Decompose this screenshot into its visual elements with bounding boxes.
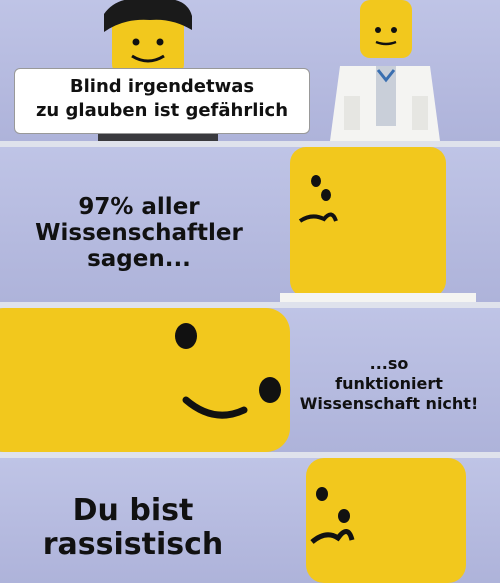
panel-4: Du bist rassistisch <box>0 458 500 583</box>
bubble-line-1: Blind irgendetwas <box>69 76 255 97</box>
comic-strip: Blind irgendetwas zu glauben ist gefährl… <box>0 0 500 583</box>
panel-3: ...so funktioniert Wissenschaft nicht! <box>0 308 500 452</box>
caption-3-line-3: Wissenschaft nicht! <box>299 394 479 413</box>
speaker-face-closeup <box>0 308 290 452</box>
caption-3-line-1: ...so <box>369 354 409 373</box>
caption-2-line-2: Wissenschaftler <box>35 219 243 246</box>
caption-3-line-2: funktioniert <box>335 374 443 393</box>
caption-2-line-1: 97% aller <box>78 194 200 220</box>
bubble-line-2: zu glauben ist gefährlich <box>35 100 289 121</box>
speech-bubble: Blind irgendetwas zu glauben ist gefährl… <box>14 68 310 134</box>
caption-4-line-1: Du bist <box>72 493 194 528</box>
panel-2: 97% aller Wissenschaftler sagen... <box>0 147 500 302</box>
caption-4-line-2: rassistisch <box>42 526 224 562</box>
scientist-minifig <box>330 0 440 141</box>
panel-1: Blind irgendetwas zu glauben ist gefährl… <box>0 0 500 141</box>
scientist-head <box>280 147 476 302</box>
caption-2-line-3: sagen... <box>87 245 191 272</box>
caption-3: ...so funktioniert Wissenschaft nicht! <box>282 354 496 414</box>
caption-4: Du bist rassistisch <box>18 494 248 561</box>
caption-2: 97% aller Wissenschaftler sagen... <box>14 194 264 272</box>
scientist-head <box>306 458 466 583</box>
